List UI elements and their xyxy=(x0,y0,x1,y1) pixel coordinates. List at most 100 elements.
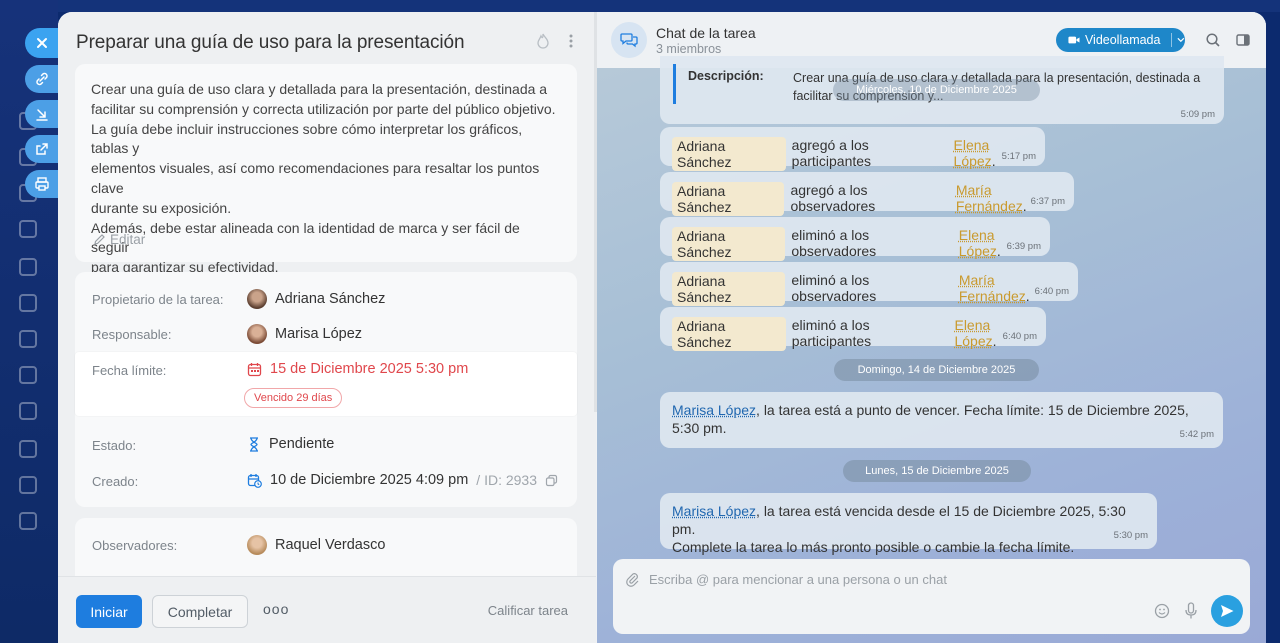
message-composer: Escriba @ para mencionar a una persona o… xyxy=(613,559,1250,634)
hourglass-icon xyxy=(250,436,258,452)
pencil-icon xyxy=(94,234,105,245)
description-label: Descripción: xyxy=(688,69,764,83)
avatar xyxy=(247,535,267,555)
system-message: Adriana Sánchez eliminó a los observador… xyxy=(660,217,1050,261)
task-slider-panel: Preparar una guía de uso para la present… xyxy=(58,12,1266,643)
description-card: Crear una guía de uso clara y detallada … xyxy=(75,64,577,275)
task-details-pane: Preparar una guía de uso para la present… xyxy=(58,12,596,643)
files-icon[interactable] xyxy=(19,220,37,238)
responsible-value[interactable]: Marisa López xyxy=(247,324,362,344)
date-separator: Domingo, 14 de Diciembre 2025 xyxy=(834,359,1039,381)
message-input[interactable]: Escriba @ para mencionar a una persona o… xyxy=(649,572,947,587)
search-icon[interactable] xyxy=(1205,32,1221,48)
rate-task-button[interactable]: Calificar tarea xyxy=(488,603,568,618)
observers-value[interactable]: Raquel Verdasco xyxy=(247,535,385,555)
system-message: Adriana Sánchez eliminó a los participan… xyxy=(660,307,1046,351)
edit-description-link[interactable]: Editar xyxy=(93,232,145,247)
target-mention[interactable]: Elena López xyxy=(959,227,997,259)
complete-button[interactable]: Completar xyxy=(152,595,248,628)
bot-message-overdue: Marisa López, la tarea está vencida desd… xyxy=(660,493,1157,555)
video-call-label: Videollamada xyxy=(1084,33,1161,47)
message-text-line2: Complete la tarea lo más pronto posible … xyxy=(672,539,1075,555)
message-time: 6:40 pm xyxy=(1034,286,1069,297)
deadline-label: Fecha límite: xyxy=(92,363,167,378)
task-title: Preparar una guía de uso para la present… xyxy=(76,32,465,53)
actor-chip[interactable]: Adriana Sánchez xyxy=(672,182,785,216)
deadline-value[interactable]: 15 de Diciembre 2025 5:30 pm xyxy=(247,361,468,377)
action-text: eliminó a los observadores xyxy=(791,227,877,259)
target-mention[interactable]: Elena López xyxy=(954,317,992,349)
system-message: Adriana Sánchez eliminó a los observador… xyxy=(660,262,1078,306)
send-button[interactable] xyxy=(1211,595,1243,627)
chat-members[interactable]: 3 miembros xyxy=(656,42,721,56)
more-actions-button[interactable]: ooo xyxy=(263,601,289,617)
app-sidebar xyxy=(0,0,58,643)
responsible-label: Responsable: xyxy=(92,327,172,342)
avatar xyxy=(247,324,267,344)
message-time: 5:30 pm xyxy=(1113,530,1148,541)
cart-icon[interactable] xyxy=(19,512,37,530)
system-message: Adriana Sánchez agregó a los observadore… xyxy=(660,172,1074,216)
message-time: 6:37 pm xyxy=(1030,196,1065,207)
target-mention[interactable]: Elena López xyxy=(954,137,992,169)
tasks-icon[interactable] xyxy=(19,366,37,384)
link-icon xyxy=(36,72,48,86)
avatar xyxy=(247,289,267,309)
owner-label: Propietario de la tarea: xyxy=(92,292,224,307)
overdue-badge: Vencido 29 días xyxy=(244,388,343,408)
chevron-down-icon[interactable] xyxy=(1177,37,1185,43)
target-mention[interactable]: María Fernández xyxy=(956,182,1023,214)
flame-icon[interactable] xyxy=(536,33,550,49)
microphone-icon[interactable] xyxy=(1184,602,1198,620)
paperclip-icon[interactable] xyxy=(626,573,640,587)
status-text: Pendiente xyxy=(269,436,335,452)
copy-icon[interactable] xyxy=(545,474,558,487)
actor-chip[interactable]: Adriana Sánchez xyxy=(672,317,786,351)
observers-label: Observadores: xyxy=(92,538,178,553)
target-icon[interactable] xyxy=(19,476,37,494)
close-slider-button[interactable] xyxy=(25,28,61,58)
message-time: 6:39 pm xyxy=(1006,241,1041,252)
app-topbar xyxy=(58,0,1280,12)
emoji-icon[interactable] xyxy=(1154,603,1170,619)
actor-chip[interactable]: Adriana Sánchez xyxy=(672,227,786,261)
chat-avatar xyxy=(611,22,647,58)
message-time: 5:42 pm xyxy=(1179,429,1214,440)
actor-chip[interactable]: Adriana Sánchez xyxy=(672,137,786,171)
owner-name: Adriana Sánchez xyxy=(275,291,386,307)
created-label: Creado: xyxy=(92,474,139,489)
contacts-icon[interactable] xyxy=(19,330,37,348)
external-link-icon xyxy=(36,143,48,155)
more-vertical-icon[interactable] xyxy=(568,33,574,49)
task-chat: Chat de la tarea 3 miembros Videollamada… xyxy=(597,12,1266,643)
calendar-icon xyxy=(247,362,262,376)
user-mention[interactable]: Marisa López xyxy=(672,503,756,519)
quote-bar xyxy=(673,64,676,104)
camera-icon xyxy=(1068,36,1080,44)
owner-value[interactable]: Adriana Sánchez xyxy=(247,289,385,309)
status-value: Pendiente xyxy=(247,436,334,452)
action-text: eliminó a los participantes xyxy=(791,317,872,349)
deadline-row: Fecha límite: 15 de Diciembre 2025 5:30 … xyxy=(75,352,577,416)
mail-icon[interactable] xyxy=(19,294,37,312)
user-mention[interactable]: Marisa López xyxy=(672,402,756,418)
bot-message-due-soon: Marisa López, la tarea está a punto de v… xyxy=(660,392,1223,448)
deadline-text: 15 de Diciembre 2025 5:30 pm xyxy=(270,361,469,377)
action-text: agregó a los participantes xyxy=(791,137,872,169)
calendar-clock-icon xyxy=(247,473,262,488)
start-button[interactable]: Iniciar xyxy=(76,595,142,628)
observers-card: Observadores: Raquel Verdasco xyxy=(75,518,577,578)
video-call-button[interactable]: Videollamada xyxy=(1056,28,1185,52)
card-icon[interactable] xyxy=(19,258,37,276)
sidebar-toggle-icon[interactable] xyxy=(1235,32,1251,48)
actor-chip[interactable]: Adriana Sánchez xyxy=(672,272,786,306)
system-message: Adriana Sánchez agregó a los participant… xyxy=(660,127,1045,171)
minimize-icon xyxy=(36,109,48,121)
filter-icon[interactable] xyxy=(19,402,37,420)
schedule-icon[interactable] xyxy=(19,440,37,458)
responsible-name: Marisa López xyxy=(275,326,363,342)
date-separator: Miércoles, 10 de Diciembre 2025 xyxy=(833,79,1040,101)
print-icon xyxy=(35,177,49,191)
task-footer: Iniciar Completar ooo Calificar tarea xyxy=(58,576,596,643)
target-mention[interactable]: María Fernández xyxy=(959,272,1026,304)
